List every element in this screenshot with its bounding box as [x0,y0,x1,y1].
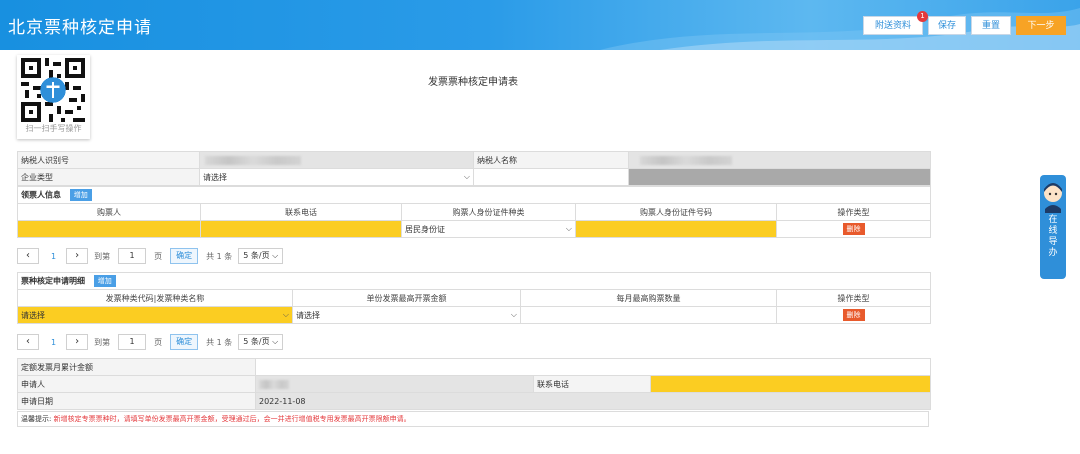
invoice-kind-select[interactable]: 请选择 ⌵ [17,306,293,324]
max-amount-select[interactable]: 请选择 ⌵ [292,306,521,324]
goto-prefix: 到第 [94,251,111,261]
attach-count-badge: 1 [917,11,928,22]
taxpayer-id-label: 纳税人识别号 [17,151,200,169]
attach-documents-button[interactable]: 附送资料 [863,16,923,35]
ticket-section-title: 票种核定申请明细 [21,276,85,286]
taxpayer-id-value [199,151,474,169]
buyer-section-header: 领票人信息 增加 [16,186,932,204]
buyer-id-type-select[interactable]: 居民身份证 ⌵ [401,220,576,238]
buyer-section-title: 领票人信息 [21,190,61,200]
monthly-quantity-input[interactable] [520,306,777,324]
buyer-id-number-input[interactable] [575,220,777,238]
col-monthly-quantity: 每月最高购票数量 [520,289,777,307]
reset-button[interactable]: 重置 [971,16,1011,35]
col-max-amount: 单份发票最高开票金额 [292,289,521,307]
goto-prefix: 到第 [94,337,111,347]
tip-message: 新增核定专票票种时，请填写单份发票最高开票金额，受理通过后，会一并进行增值税专用… [53,415,411,423]
col-ticket-operation: 操作类型 [775,289,932,307]
delete-buyer-button[interactable]: 删除 [842,223,865,235]
page-size-value: 5 条/页 [243,337,270,346]
enterprise-type-disabled-cell [628,168,931,186]
col-operation: 操作类型 [775,203,932,221]
ticket-kind-table: 票种核定申请明细 增加 发票种类代码|发票种类名称 单份发票最高开票金额 每月最… [16,272,932,324]
invoice-kind-value: 请选择 [21,310,45,320]
quota-amount-value[interactable] [254,358,932,376]
applicant-value [255,375,534,393]
goto-suffix: 页 [154,251,163,261]
tip-notice: 温馨提示: 新增核定专票票种时，请填写单份发票最高开票金额，受理通过后，会一并进… [17,411,929,427]
buyer-phone-input[interactable] [200,220,402,238]
col-id-number: 购票人身份证件号码 [575,203,777,221]
qr-code-card[interactable]: 扫一扫手写操作 [17,55,90,139]
enterprise-type-blank [473,168,629,186]
applicant-table: 定额发票月累计金额 申请人 联系电话 申请日期 2022-11-08 [17,358,932,410]
contact-phone-label: 联系电话 [533,375,651,393]
prev-page-button[interactable]: ‹ [17,334,39,350]
app-title: 北京票种核定申请 [8,18,152,38]
col-phone: 联系电话 [200,203,402,221]
delete-ticket-kind-button[interactable]: 删除 [842,309,865,321]
enterprise-type-label: 企业类型 [17,168,200,186]
save-button[interactable]: 保存 [928,16,966,35]
ticket-section-header: 票种核定申请明细 增加 [16,272,932,290]
add-buyer-button[interactable]: 增加 [69,189,92,201]
page-size-select[interactable]: 5 条/页 ⌵ [238,248,284,264]
goto-page-input[interactable]: 1 [118,334,147,350]
qr-code-image [21,58,85,122]
buyer-pagination: ‹ 1 › 到第 1 页 确定 共 1 条 5 条/页 ⌵ [17,247,284,265]
col-invoice-kind: 发票种类代码|发票种类名称 [17,289,293,307]
enterprise-type-select[interactable]: 请选择 ⌵ [199,168,474,186]
next-page-button[interactable]: › [66,334,89,350]
apply-date-label: 申请日期 [17,392,256,410]
contact-phone-input[interactable] [649,375,932,393]
assistant-avatar-icon [1044,183,1062,213]
chevron-down-icon: ⌵ [282,310,289,319]
goto-page-input[interactable]: 1 [118,248,147,264]
max-amount-value: 请选择 [296,310,320,320]
chevron-down-icon: ⌵ [565,224,572,233]
taxpayer-name-label: 纳税人名称 [473,151,629,169]
next-step-button[interactable]: 下一步 [1016,16,1066,35]
buyer-id-type-value: 居民身份证 [405,224,445,234]
quota-amount-label: 定额发票月累计金额 [17,358,256,376]
col-buyer: 购票人 [17,203,201,221]
goto-confirm-button[interactable]: 确定 [170,248,199,264]
apply-date-value: 2022-11-08 [254,392,932,410]
enterprise-type-value: 请选择 [203,172,227,182]
buyer-operation-cell: 删除 [775,220,932,238]
table-row: 居民身份证 ⌵ 删除 [17,220,932,238]
ticket-pagination: ‹ 1 › 到第 1 页 确定 共 1 条 5 条/页 ⌵ [17,333,284,351]
chevron-down-icon: ⌵ [272,337,279,346]
current-page[interactable]: 1 [51,252,56,261]
chevron-down-icon: ⌵ [463,172,470,181]
table-row: 请选择 ⌵ 请选择 ⌵ 删除 [17,306,932,324]
page-size-select[interactable]: 5 条/页 ⌵ [238,334,284,350]
next-page-button[interactable]: › [66,248,89,264]
prev-page-button[interactable]: ‹ [17,248,39,264]
online-guide-button[interactable]: 在线导办 [1040,175,1066,279]
tip-prefix: 温馨提示: [21,415,52,423]
total-count: 共 1 条 [206,337,233,347]
chevron-down-icon: ⌵ [272,251,279,260]
buyer-name-input[interactable] [17,220,201,238]
goto-suffix: 页 [154,337,163,347]
taxpayer-name-value [628,151,931,169]
online-guide-label: 在线导办 [1048,215,1058,258]
applicant-label: 申请人 [17,375,256,393]
chevron-down-icon: ⌵ [510,310,517,319]
current-page[interactable]: 1 [51,338,56,347]
form-title: 发票票种核定申请表 [428,77,518,88]
page-size-value: 5 条/页 [243,251,270,260]
total-count: 共 1 条 [206,251,233,261]
goto-confirm-button[interactable]: 确定 [170,334,199,350]
taxpayer-table: 纳税人识别号 纳税人名称 企业类型 请选择 ⌵ [17,151,931,186]
ticket-operation-cell: 删除 [775,306,932,324]
qr-caption: 扫一扫手写操作 [25,124,82,133]
col-id-type: 购票人身份证件种类 [401,203,576,221]
add-ticket-kind-button[interactable]: 增加 [93,275,116,287]
buyer-table: 领票人信息 增加 购票人 联系电话 购票人身份证件种类 购票人身份证件号码 操作… [16,186,932,238]
